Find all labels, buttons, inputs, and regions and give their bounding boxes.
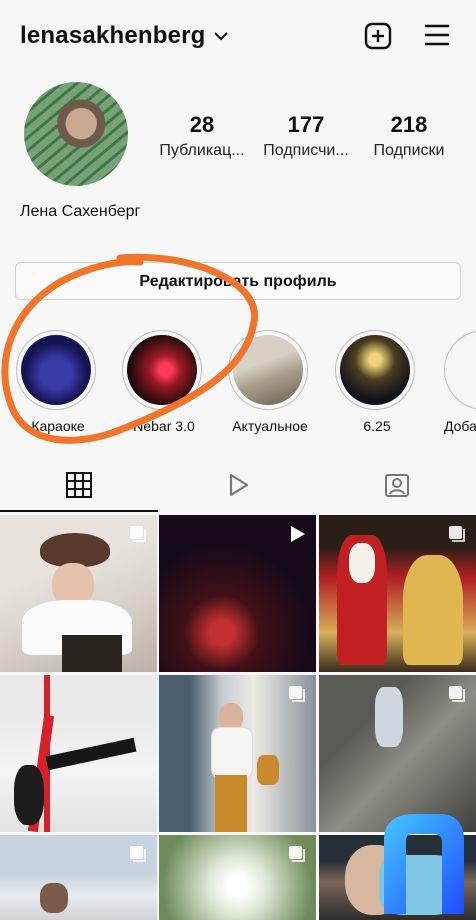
- stat-posts[interactable]: 28 Публикац...: [152, 112, 252, 160]
- plus-icon: +: [449, 335, 476, 405]
- post-thumbnail[interactable]: [0, 835, 157, 920]
- photo-detail: [45, 737, 137, 771]
- highlight-label: Nebar 3.0: [133, 418, 195, 434]
- multi-photo-icon: [130, 846, 146, 862]
- highlight-cover: [340, 335, 410, 405]
- tab-reels[interactable]: [159, 462, 317, 512]
- photo-detail: [403, 555, 463, 665]
- stat-following-value: 218: [390, 112, 428, 137]
- post-thumbnail[interactable]: [0, 515, 157, 672]
- stat-followers-label: Подписчи...: [263, 142, 349, 159]
- photo-detail: [40, 533, 110, 567]
- username-title[interactable]: lenasakhenberg: [20, 22, 206, 50]
- video-icon: [291, 526, 305, 542]
- multi-photo-icon: [289, 686, 305, 702]
- stat-followers[interactable]: 177 Подписчи...: [256, 112, 356, 160]
- highlight-item[interactable]: Актуальное: [228, 330, 312, 434]
- post-thumbnail[interactable]: [319, 515, 476, 672]
- post-thumbnail[interactable]: [0, 675, 157, 832]
- stat-posts-value: 28: [189, 112, 215, 137]
- full-name: Лена Сахенберг: [20, 203, 141, 220]
- highlight-ring: [122, 330, 202, 410]
- highlight-item[interactable]: 6.25: [335, 330, 419, 434]
- highlight-new[interactable]: + Доба: [444, 330, 476, 434]
- highlight-ring: [228, 330, 308, 410]
- photo-detail: [349, 543, 375, 583]
- tab-tagged[interactable]: [318, 462, 476, 512]
- post-thumbnail[interactable]: [159, 675, 316, 832]
- profile-header: lenasakhenberg: [0, 0, 476, 72]
- grid-icon: [66, 472, 92, 498]
- stat-following-label: Подписки: [373, 142, 445, 159]
- menu-icon[interactable]: [424, 24, 450, 46]
- photo-detail: [211, 727, 253, 779]
- new-post-icon[interactable]: [364, 22, 392, 50]
- stat-following[interactable]: 218 Подписки: [359, 112, 459, 160]
- photo-detail: [257, 755, 279, 785]
- highlight-ring: [335, 330, 415, 410]
- stat-followers-value: 177: [287, 112, 325, 137]
- photo-detail: [375, 687, 403, 747]
- highlight-ring: [16, 330, 96, 410]
- multi-photo-icon: [449, 686, 465, 702]
- profile-tabs: [0, 462, 476, 512]
- post-thumbnail[interactable]: [159, 515, 316, 672]
- highlight-label: 6.25: [363, 418, 391, 434]
- highlight-item[interactable]: Караоке: [16, 330, 100, 434]
- photo-detail: [40, 883, 68, 913]
- chevron-down-icon[interactable]: [214, 31, 228, 41]
- edit-profile-button[interactable]: Редактировать профиль: [15, 262, 461, 300]
- multi-photo-icon: [130, 526, 146, 542]
- highlight-cover: [127, 335, 197, 405]
- tab-grid[interactable]: [0, 462, 158, 512]
- highlight-cover: [233, 335, 303, 405]
- highlight-cover: +: [449, 335, 476, 405]
- post-thumbnail[interactable]: [159, 835, 316, 920]
- highlight-label: Актуальное: [232, 418, 308, 434]
- highlight-label: Доба: [444, 418, 476, 434]
- watermark-logo: [384, 814, 464, 914]
- post-thumbnail[interactable]: [319, 675, 476, 832]
- reels-play-icon: [229, 473, 249, 497]
- tagged-person-icon: [385, 474, 409, 497]
- highlight-cover: [21, 335, 91, 405]
- avatar[interactable]: [24, 82, 128, 186]
- highlight-item[interactable]: Nebar 3.0: [122, 330, 206, 434]
- photo-detail: [14, 765, 44, 825]
- highlight-ring: +: [444, 330, 476, 410]
- multi-photo-icon: [289, 846, 305, 862]
- photo-detail: [62, 635, 122, 672]
- stat-posts-label: Публикац...: [159, 142, 245, 159]
- active-tab-indicator: [0, 510, 158, 512]
- highlight-label: Караоке: [31, 418, 85, 434]
- photo-detail: [215, 775, 247, 832]
- multi-photo-icon: [449, 526, 465, 542]
